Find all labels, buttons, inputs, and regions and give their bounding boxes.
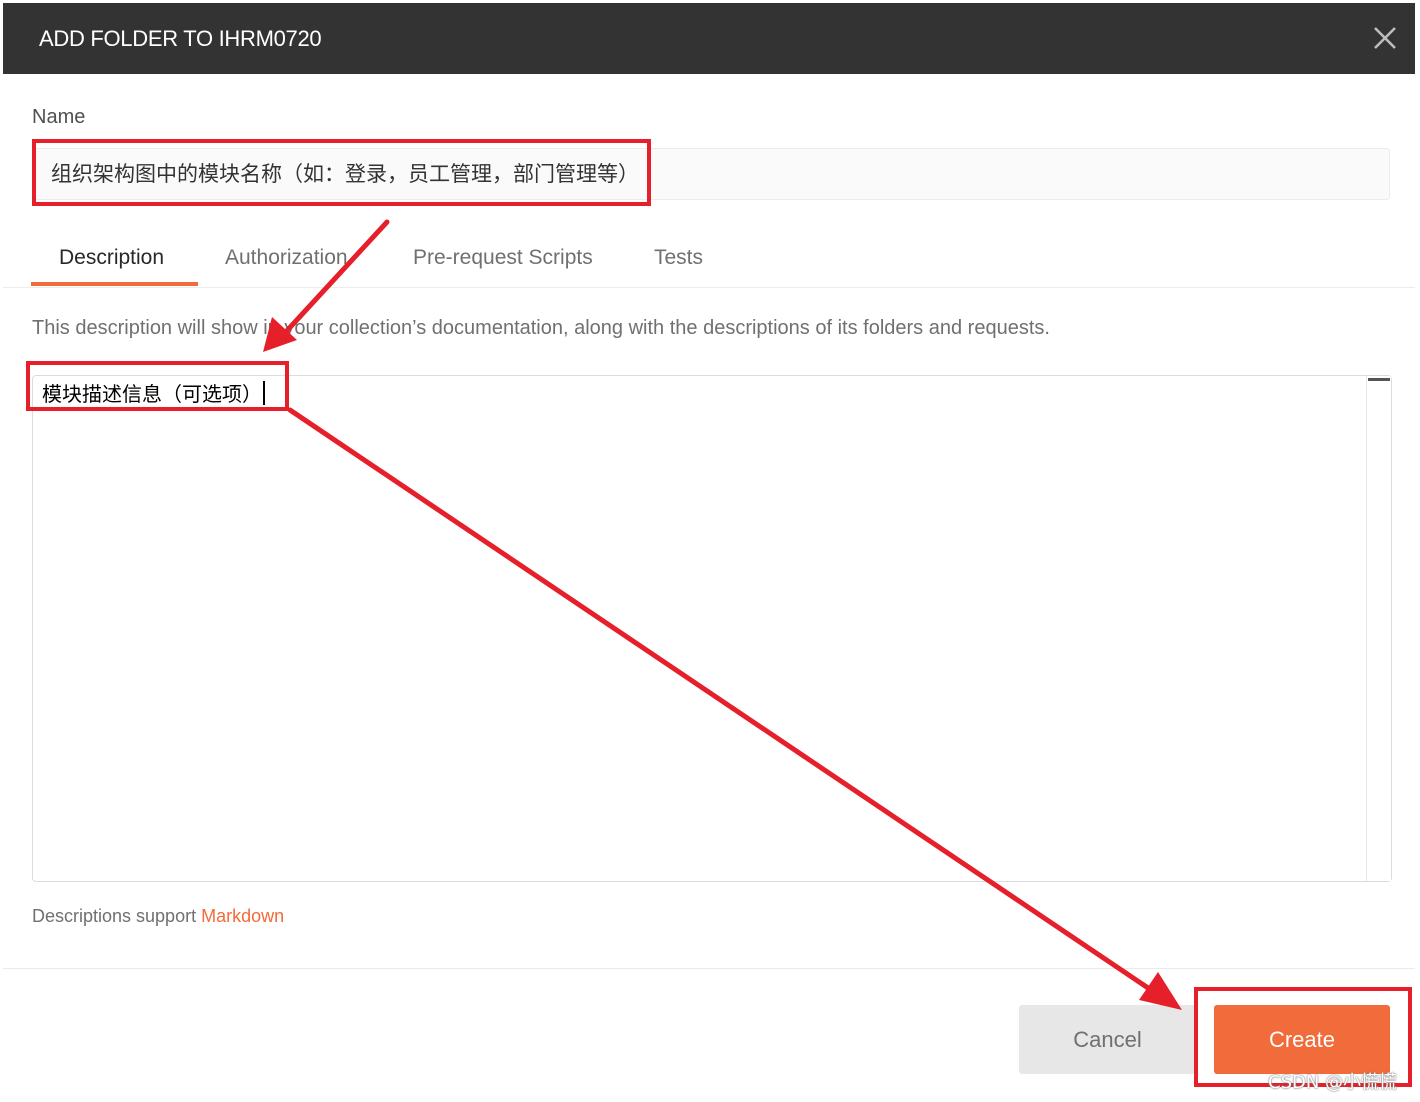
description-textarea[interactable]: 模块描述信息（可选项） <box>32 375 1392 882</box>
markdown-note: Descriptions support Markdown <box>32 906 284 927</box>
tab-authorization[interactable]: Authorization <box>225 246 348 287</box>
scrollbar-thumb[interactable] <box>1368 378 1390 381</box>
cancel-button[interactable]: Cancel <box>1019 1005 1196 1074</box>
description-help-text: This description will show in your colle… <box>32 317 1050 339</box>
tab-tests[interactable]: Tests <box>654 246 703 287</box>
close-button[interactable] <box>1369 22 1401 54</box>
modal-header: ADD FOLDER TO IHRM0720 <box>3 3 1415 74</box>
modal-title: ADD FOLDER TO IHRM0720 <box>39 26 322 51</box>
markdown-link[interactable]: Markdown <box>201 906 284 926</box>
markdown-note-text: Descriptions support <box>32 906 197 926</box>
create-button[interactable]: Create <box>1214 1005 1390 1074</box>
tab-bar: Description Authorization Pre-request Sc… <box>3 234 1415 288</box>
textarea-scrollbar[interactable] <box>1366 376 1391 881</box>
name-label: Name <box>32 106 86 128</box>
name-input[interactable]: 组织架构图中的模块名称（如：登录，员工管理，部门管理等） <box>32 148 1390 200</box>
active-tab-indicator <box>31 282 198 286</box>
description-value: 模块描述信息（可选项） <box>42 382 262 406</box>
tab-pre-request-scripts[interactable]: Pre-request Scripts <box>413 246 593 287</box>
close-icon <box>1369 22 1401 54</box>
description-text: 模块描述信息（可选项） <box>42 378 265 407</box>
modal-body: Name 组织架构图中的模块名称（如：登录，员工管理，部门管理等） Descri… <box>3 74 1415 1102</box>
watermark: CSDN @小慌慌 <box>1268 1072 1398 1093</box>
footer-divider <box>3 968 1415 969</box>
tab-description[interactable]: Description <box>59 246 164 287</box>
page: ADD FOLDER TO IHRM0720 Name 组织架构图中的模块名称（… <box>0 0 1420 1102</box>
text-caret <box>263 381 265 405</box>
